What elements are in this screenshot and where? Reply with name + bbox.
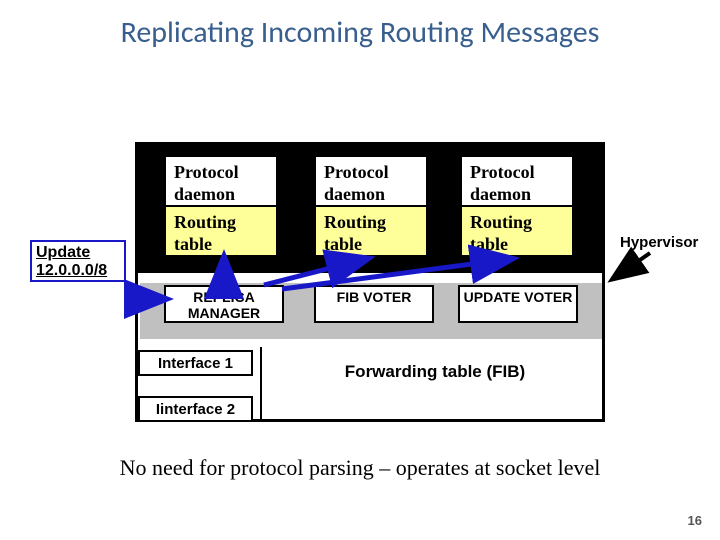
update-line2: 12.0.0.0/8 xyxy=(36,262,107,279)
hypervisor-label: Hypervisor xyxy=(620,234,698,251)
replica-column-1: Protocoldaemon Routingtable xyxy=(164,155,278,257)
fib-voter-box: FIB VOTER xyxy=(314,285,434,323)
update-line1: Update xyxy=(36,244,90,261)
arrow-hypervisor xyxy=(614,253,650,278)
replica-column-3: Protocoldaemon Routingtable xyxy=(460,155,574,257)
interface-2-box: Iinterface 2 xyxy=(138,396,253,422)
replica-column-2: Protocoldaemon Routingtable xyxy=(314,155,428,257)
slide-title: Replicating Incoming Routing Messages xyxy=(0,14,720,51)
update-voter-box: UPDATE VOTER xyxy=(458,285,578,323)
page-number: 16 xyxy=(688,513,702,528)
update-message-label: Update 12.0.0.0/8 xyxy=(30,240,126,282)
replica-manager-box: REPLICA MANAGER xyxy=(164,285,284,323)
forwarding-table-label: Forwarding table (FIB) xyxy=(280,362,590,382)
protocol-daemon-box: Protocoldaemon xyxy=(164,155,278,207)
protocol-daemon-box: Protocoldaemon xyxy=(314,155,428,207)
routing-table-box: Routingtable xyxy=(164,205,278,257)
routing-table-box: Routingtable xyxy=(314,205,428,257)
divider xyxy=(260,347,262,420)
slide-subtitle: No need for protocol parsing – operates … xyxy=(0,455,720,481)
routing-table-box: Routingtable xyxy=(460,205,574,257)
protocol-daemon-box: Protocoldaemon xyxy=(460,155,574,207)
interface-1-box: Interface 1 xyxy=(138,350,253,376)
